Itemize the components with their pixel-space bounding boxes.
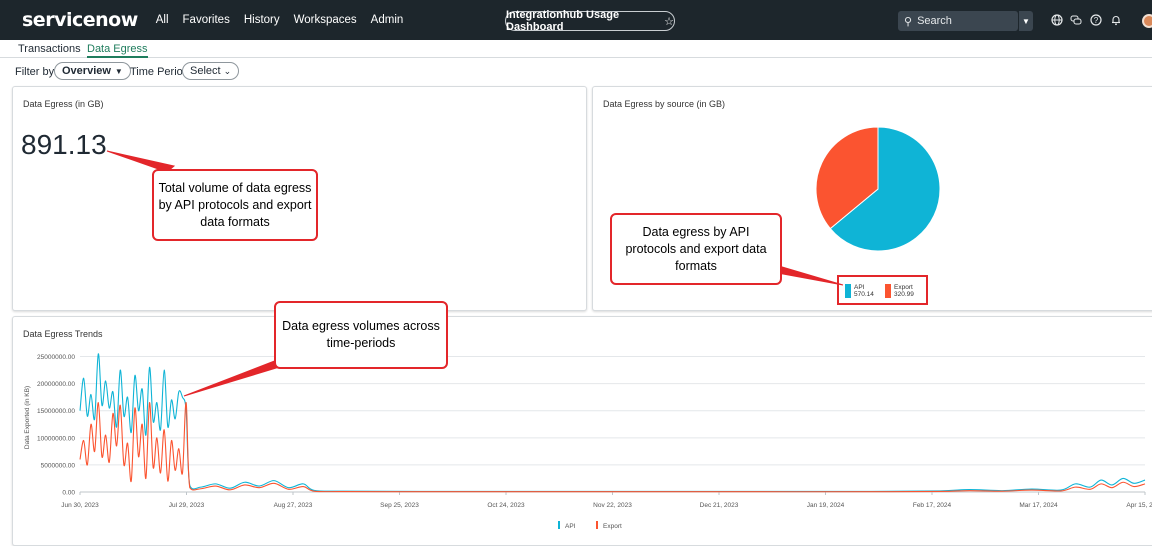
legend-swatch-api (845, 284, 851, 298)
main-nav: All Favorites History Workspaces Admin (156, 14, 418, 26)
chat-icon[interactable] (1070, 14, 1082, 26)
filter-bar: Filter by: Overview ▼ Time Period: Selec… (0, 60, 1152, 82)
y-axis-label: Data Exported (in KB) (24, 386, 31, 449)
y-tick-label: 15000000.00 (37, 408, 75, 415)
nav-workspaces[interactable]: Workspaces (294, 14, 357, 26)
favorite-star-icon[interactable]: ☆ (664, 15, 674, 28)
x-tick-label: Jun 30, 2023 (61, 502, 99, 509)
search-scope-dropdown[interactable]: ▼ (1019, 11, 1033, 31)
search-icon: ⚲ (904, 15, 913, 28)
y-tick-label: 20000000.00 (37, 381, 75, 388)
user-avatar[interactable] (1142, 14, 1152, 28)
series-line-api[interactable] (79, 353, 1146, 493)
legend-api-value: 570.14 (854, 291, 874, 298)
pie-legend: API 570.14 Export 320.99 (837, 275, 928, 305)
nav-admin[interactable]: Admin (371, 14, 404, 26)
nav-history[interactable]: History (244, 14, 280, 26)
trend-legend-label-api[interactable]: API (565, 523, 576, 530)
dashboard-title: Integrationhub Usage Dashboard (506, 9, 620, 33)
callout-trends: Data egress volumes across time-periods (274, 301, 448, 369)
trend-legend-swatch-export (596, 521, 598, 529)
top-navigation-bar: servicenow All Favorites History Workspa… (0, 0, 1152, 40)
nav-all[interactable]: All (156, 14, 169, 26)
y-tick-label: 25000000.00 (37, 354, 75, 361)
x-tick-label: Apr 15, 2024 (1126, 502, 1152, 509)
time-period-value: Select (190, 65, 221, 77)
x-tick-label: Mar 17, 2024 (1019, 502, 1058, 509)
help-icon[interactable]: ? (1090, 14, 1102, 26)
legend-swatch-export (885, 284, 891, 298)
dashboard-title-pill[interactable]: Integrationhub Usage Dashboard ☆ (505, 9, 675, 33)
y-tick-label: 0.00 (62, 490, 75, 497)
time-period-select[interactable]: Select ⌄ (182, 62, 240, 80)
tab-data-egress[interactable]: Data Egress (87, 43, 148, 58)
callout-total-volume: Total volume of data egress by API proto… (152, 169, 318, 241)
card-title-data-egress: Data Egress (in GB) (23, 99, 104, 109)
x-tick-label: Jan 19, 2024 (807, 502, 845, 509)
legend-api-name: API (854, 284, 865, 291)
globe-icon[interactable] (1051, 14, 1063, 26)
y-tick-label: 10000000.00 (37, 435, 75, 442)
trend-legend-swatch-api (558, 521, 560, 529)
overview-filter-button[interactable]: Overview ▼ (54, 62, 131, 80)
x-tick-label: Nov 22, 2023 (593, 502, 632, 509)
callout-egress-by-source: Data egress by API protocols and export … (610, 213, 782, 285)
x-tick-label: Oct 24, 2023 (487, 502, 525, 509)
series-line-export[interactable] (79, 402, 1146, 493)
global-search-input[interactable]: ⚲ Search (898, 11, 1018, 31)
legend-export-value: 320.99 (894, 291, 914, 298)
y-tick-label: 5000000.00 (41, 462, 76, 469)
filter-label: Filter by: (15, 66, 58, 78)
tab-transactions[interactable]: Transactions (18, 43, 81, 55)
x-tick-label: Jul 29, 2023 (169, 502, 205, 509)
chevron-down-icon: ⌄ (223, 65, 232, 76)
dashboard-tabs: Transactions Data Egress (0, 40, 1152, 58)
x-tick-label: Dec 21, 2023 (700, 502, 739, 509)
egress-source-pie-chart (815, 127, 941, 252)
x-tick-label: Aug 27, 2023 (274, 502, 313, 509)
egress-trends-line-chart: 0.00 5000000.00 10000000.00 15000000.00 2000… (24, 353, 1152, 530)
caret-down-icon: ▼ (114, 66, 123, 76)
servicenow-logo[interactable]: servicenow (22, 9, 138, 31)
nav-favorites[interactable]: Favorites (183, 14, 230, 26)
total-egress-value: 891.13 (21, 129, 107, 160)
x-tick-label: Feb 17, 2024 (913, 502, 952, 509)
trend-legend-label-export[interactable]: Export (603, 523, 622, 530)
legend-export-name: Export (894, 284, 913, 291)
card-title-egress-by-source: Data Egress by source (in GB) (603, 99, 726, 109)
search-placeholder: Search (917, 15, 952, 27)
svg-text:?: ? (1094, 16, 1099, 25)
x-tick-label: Sep 25, 2023 (380, 502, 419, 509)
overview-filter-label: Overview (62, 65, 111, 77)
notifications-bell-icon[interactable] (1110, 14, 1122, 26)
